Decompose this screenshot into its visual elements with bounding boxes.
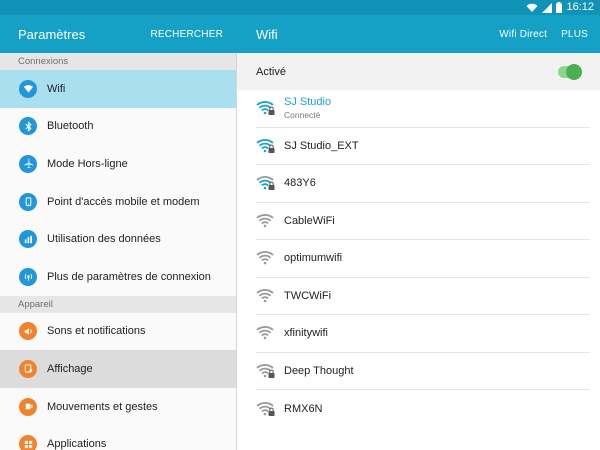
data-usage-icon <box>19 230 37 249</box>
menu-item-hotspot[interactable]: Point d'accès mobile et modem <box>0 183 236 221</box>
menu-item-sounds[interactable]: Sons et notifications <box>0 313 236 351</box>
menu-item-label: Mode Hors-ligne <box>47 157 128 170</box>
apps-icon <box>19 435 37 450</box>
network-item[interactable]: Deep Thought <box>256 353 590 390</box>
menu-item-label: Affichage <box>47 362 93 375</box>
more-connections-icon <box>19 267 37 286</box>
menu-item-label: Sons et notifications <box>47 325 146 338</box>
section-header-connexions: Connexions <box>0 53 236 70</box>
menu-item-label: Plus de paramètres de connexion <box>47 270 211 283</box>
network-status: Connecté <box>284 110 321 121</box>
hotspot-icon <box>19 192 37 211</box>
network-item[interactable]: SJ Studio_EXT <box>256 128 590 165</box>
network-item[interactable]: optimumwifi <box>256 240 590 278</box>
network-name: TWCWiFi <box>284 289 332 302</box>
menu-item-airplane-mode[interactable]: Mode Hors-ligne <box>0 145 236 183</box>
clock: 16:12 <box>566 1 594 13</box>
network-item[interactable]: xfinitywifi <box>256 315 590 353</box>
network-item[interactable]: CableWiFi <box>256 203 590 240</box>
menu-item-label: Point d'accès mobile et modem <box>47 195 200 208</box>
wifi-panel: Activé SJ Studio Connecté SJ Studio_EXT … <box>237 53 600 450</box>
menu-item-display[interactable]: Affichage <box>0 350 236 388</box>
network-name: xfinitywifi <box>284 327 329 340</box>
network-list: SJ Studio Connecté SJ Studio_EXT 483Y6 C… <box>237 90 600 428</box>
wifi-title: Wifi <box>256 26 278 42</box>
settings-menu: Connexions Wifi Bluetooth Mode Hors-lign… <box>0 53 237 450</box>
network-item[interactable]: SJ Studio Connecté <box>256 90 590 128</box>
more-button[interactable]: PLUS <box>561 29 588 40</box>
wifi-toggle-label: Activé <box>256 65 286 78</box>
menu-item-applications[interactable]: Applications <box>0 425 236 450</box>
wifi-secured-icon <box>256 176 275 191</box>
battery-icon <box>556 2 563 13</box>
network-item[interactable]: 483Y6 <box>256 165 590 203</box>
network-name: RMX6N <box>284 402 323 415</box>
search-button[interactable]: RECHERCHER <box>150 29 223 40</box>
wifi-toggle-switch[interactable] <box>558 63 582 80</box>
menu-item-wifi[interactable]: Wifi <box>0 70 236 108</box>
status-bar: 16:12 <box>0 0 600 15</box>
display-icon <box>19 359 37 378</box>
menu-item-label: Utilisation des données <box>47 233 161 246</box>
network-name: 483Y6 <box>284 177 316 190</box>
status-icons: 16:12 <box>526 1 594 14</box>
bluetooth-icon <box>19 117 37 136</box>
airplane-icon <box>19 154 37 173</box>
signal-icon <box>542 2 553 13</box>
wifi-direct-button[interactable]: Wifi Direct <box>499 29 547 40</box>
wifi-icon <box>19 79 37 98</box>
network-name: SJ Studio <box>284 96 332 109</box>
network-name: optimumwifi <box>284 252 343 265</box>
menu-item-motions[interactable]: Mouvements et gestes <box>0 388 236 426</box>
network-name: Deep Thought <box>284 364 354 377</box>
wifi-open-icon <box>256 326 274 340</box>
menu-item-data-usage[interactable]: Utilisation des données <box>0 220 236 258</box>
wifi-secured-icon <box>256 101 275 116</box>
menu-item-label: Mouvements et gestes <box>47 400 158 413</box>
wifi-open-icon <box>256 213 274 228</box>
wifi-secured-icon <box>256 363 275 378</box>
wifi-open-icon <box>256 251 274 265</box>
section-header-appareil: Appareil <box>0 295 236 313</box>
menu-item-label: Wifi <box>47 82 66 95</box>
wifi-open-icon <box>256 288 274 303</box>
wifi-status-icon <box>526 3 538 12</box>
wifi-toggle-row[interactable]: Activé <box>237 53 600 90</box>
settings-header: Paramètres RECHERCHER <box>0 15 237 53</box>
wifi-header: Wifi Wifi Direct PLUS <box>237 15 600 53</box>
menu-item-more-connections[interactable]: Plus de paramètres de connexion <box>0 258 236 296</box>
network-item[interactable]: TWCWiFi <box>256 278 590 315</box>
network-name: SJ Studio_EXT <box>284 139 359 152</box>
menu-item-label: Bluetooth <box>47 120 94 133</box>
network-name: CableWiFi <box>284 214 335 227</box>
network-item[interactable]: RMX6N <box>256 390 590 428</box>
settings-title: Paramètres <box>18 26 86 42</box>
menu-item-bluetooth[interactable]: Bluetooth <box>0 108 236 146</box>
menu-item-label: Applications <box>47 438 107 450</box>
motion-icon <box>19 397 37 416</box>
wifi-secured-icon <box>256 401 275 416</box>
wifi-secured-icon <box>256 138 275 153</box>
sound-icon <box>19 322 37 341</box>
